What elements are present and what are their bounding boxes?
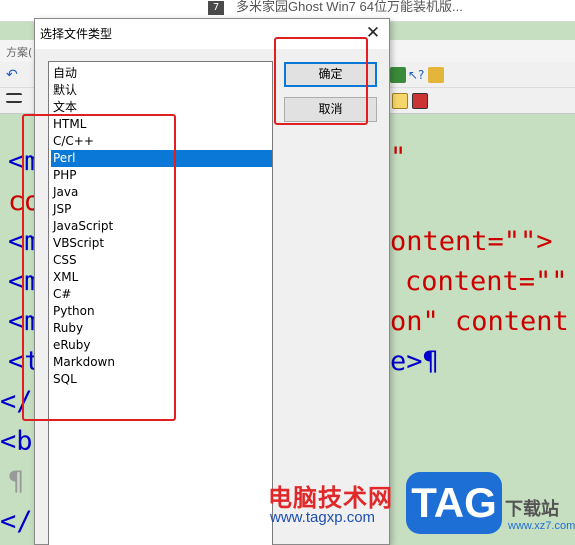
align-icon[interactable]: [6, 93, 22, 103]
app-icon: 7: [208, 1, 224, 15]
watermark-download-url: www.xz7.com: [508, 520, 575, 532]
watermark-download-text: 下载站: [505, 499, 559, 520]
dialog-title: 选择文件类型: [40, 27, 113, 41]
annotation-highlight-buttons: [274, 37, 368, 125]
background-menu-item[interactable]: 方案(: [6, 44, 32, 60]
watermark-url: www.tagxp.com: [270, 509, 376, 526]
code-fragment: ": [390, 142, 407, 173]
code-fragment: e>¶: [390, 346, 439, 377]
watermark-site-name: 电脑技术网: [268, 484, 393, 512]
file-type-item[interactable]: 默认: [51, 82, 272, 99]
undo-icon[interactable]: ↶: [6, 67, 22, 83]
background-window-title: 多米家园Ghost Win7 64位万能装机版...: [236, 0, 463, 14]
annotation-highlight-list: [22, 114, 176, 421]
file-type-item[interactable]: 自动: [51, 65, 272, 82]
watermark-logo: TAG: [406, 472, 502, 534]
grid-icon[interactable]: [412, 93, 428, 109]
code-fragment: ontent="">: [390, 226, 553, 257]
format-icon[interactable]: [392, 93, 408, 109]
code-fragment: on" content: [390, 306, 569, 337]
help-cursor-icon[interactable]: ↖?: [408, 67, 424, 83]
save-icon[interactable]: [390, 67, 406, 83]
plugin-icon[interactable]: [428, 67, 444, 83]
code-line: ¶: [8, 466, 25, 497]
code-fragment: content="": [405, 266, 568, 297]
